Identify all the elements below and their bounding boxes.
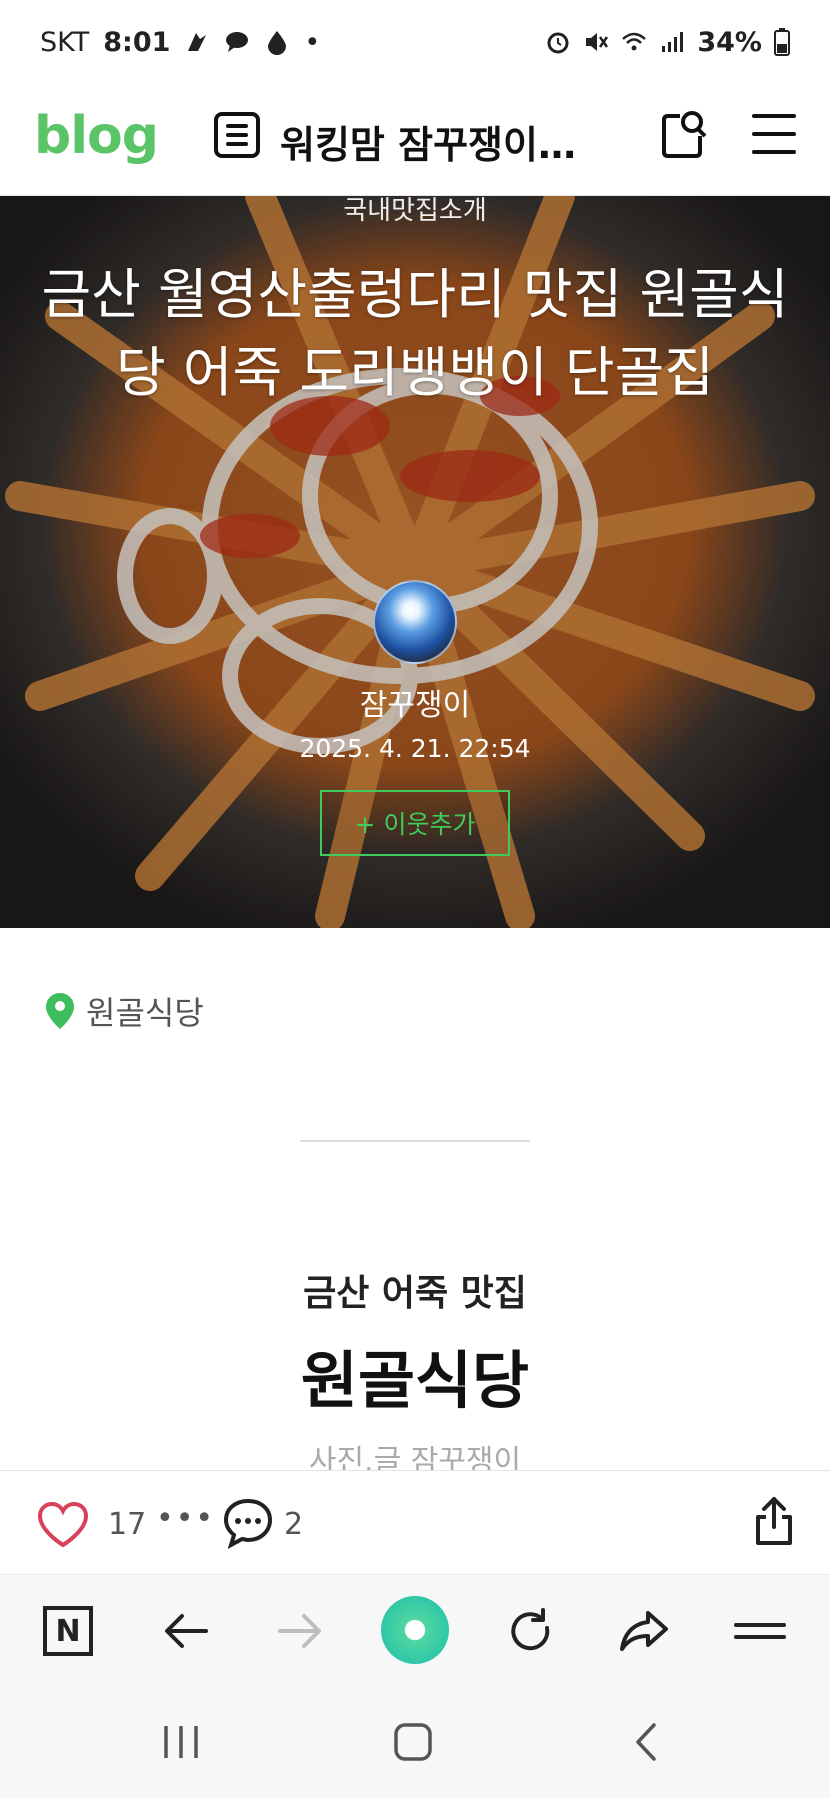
wifi-icon <box>622 32 647 51</box>
post-date: 2025. 4. 21. 22:54 <box>299 734 531 763</box>
alarm-icon <box>547 32 569 54</box>
battery-icon <box>774 28 790 56</box>
list-icon[interactable] <box>214 112 260 158</box>
forward-button[interactable] <box>270 1601 330 1661</box>
hero-cover: 국내맛집소개 금산 월영산출렁다리 맛집 원골식당 어죽 도리뱅뱅이 단골집 잠… <box>0 196 830 928</box>
status-bar: SKT 8:01 • 34% <box>0 0 830 84</box>
more-likers-button[interactable]: ••• <box>156 1501 215 1536</box>
arrow-left-icon <box>165 1614 208 1648</box>
map-pin-icon <box>46 993 74 1029</box>
chat-notification-icon <box>226 32 249 52</box>
post-title: 금산 월영산출렁다리 맛집 원골식당 어죽 도리뱅뱅이 단골집 <box>41 263 789 404</box>
signal-icon <box>662 32 684 52</box>
naver-home-button[interactable]: N <box>38 1601 98 1661</box>
recent-apps-icon[interactable] <box>162 1724 200 1760</box>
add-neighbor-button[interactable]: + 이웃추가 <box>320 790 510 856</box>
location-label: 원골식당 <box>86 994 204 1032</box>
blog-logo[interactable]: blog <box>34 106 159 166</box>
green-dot-button[interactable] <box>380 1595 450 1665</box>
content-divider <box>300 1140 530 1142</box>
browser-menu-button[interactable] <box>730 1601 790 1661</box>
like-count: 17 <box>108 1507 147 1542</box>
status-left: SKT 8:01 • <box>40 27 320 58</box>
author-avatar[interactable] <box>373 580 457 664</box>
browser-toolbar: N <box>0 1574 830 1686</box>
comment-count: 2 <box>284 1507 304 1542</box>
time-label: 8:01 <box>103 26 171 58</box>
add-neighbor-label: + 이웃추가 <box>354 810 476 839</box>
back-button[interactable] <box>156 1601 216 1661</box>
location-link[interactable]: 원골식당 <box>44 988 204 1034</box>
browser-menu-icon <box>734 1623 786 1639</box>
content-credit: 사진.글 잠꾸쟁이 <box>308 1444 522 1470</box>
post-category[interactable]: 국내맛집소개 <box>0 196 830 227</box>
content-heading: 원골식당 <box>300 1344 530 1417</box>
author-name[interactable]: 잠꾸쟁이 <box>0 680 830 724</box>
app-notification-icon <box>188 33 207 51</box>
search-icon[interactable] <box>656 106 708 162</box>
forward-share-icon <box>620 1611 668 1651</box>
naver-n-icon: N <box>43 1606 93 1656</box>
system-nav-bar <box>0 1686 830 1798</box>
menu-icon[interactable] <box>752 114 796 154</box>
carrier-label: SKT <box>40 26 90 58</box>
status-right: 34% <box>545 27 790 58</box>
drop-icon <box>268 31 287 55</box>
blog-title[interactable]: 워킹맘 잠꾸쟁이의 ... <box>280 114 610 169</box>
post-action-bar: 17 ••• 2 <box>0 1470 830 1574</box>
share-page-button[interactable] <box>614 1601 674 1661</box>
blog-header: blog 워킹맘 잠꾸쟁이의 ... <box>0 84 830 196</box>
heart-icon[interactable] <box>36 1501 90 1549</box>
more-notifications-dot: • <box>304 26 321 58</box>
back-nav-icon[interactable] <box>632 1722 660 1762</box>
share-icon[interactable] <box>752 1495 796 1547</box>
mute-icon <box>586 33 609 51</box>
blog-logo-text: blog <box>34 106 159 166</box>
battery-percent: 34% <box>697 26 762 58</box>
green-dot-icon <box>381 1596 449 1664</box>
refresh-button[interactable] <box>500 1601 560 1661</box>
refresh-icon <box>511 1608 550 1651</box>
home-icon[interactable] <box>393 1722 433 1762</box>
content-subtitle: 금산 어죽 맛집 <box>303 1273 527 1314</box>
comment-icon[interactable] <box>222 1497 274 1549</box>
arrow-right-icon <box>278 1614 321 1648</box>
